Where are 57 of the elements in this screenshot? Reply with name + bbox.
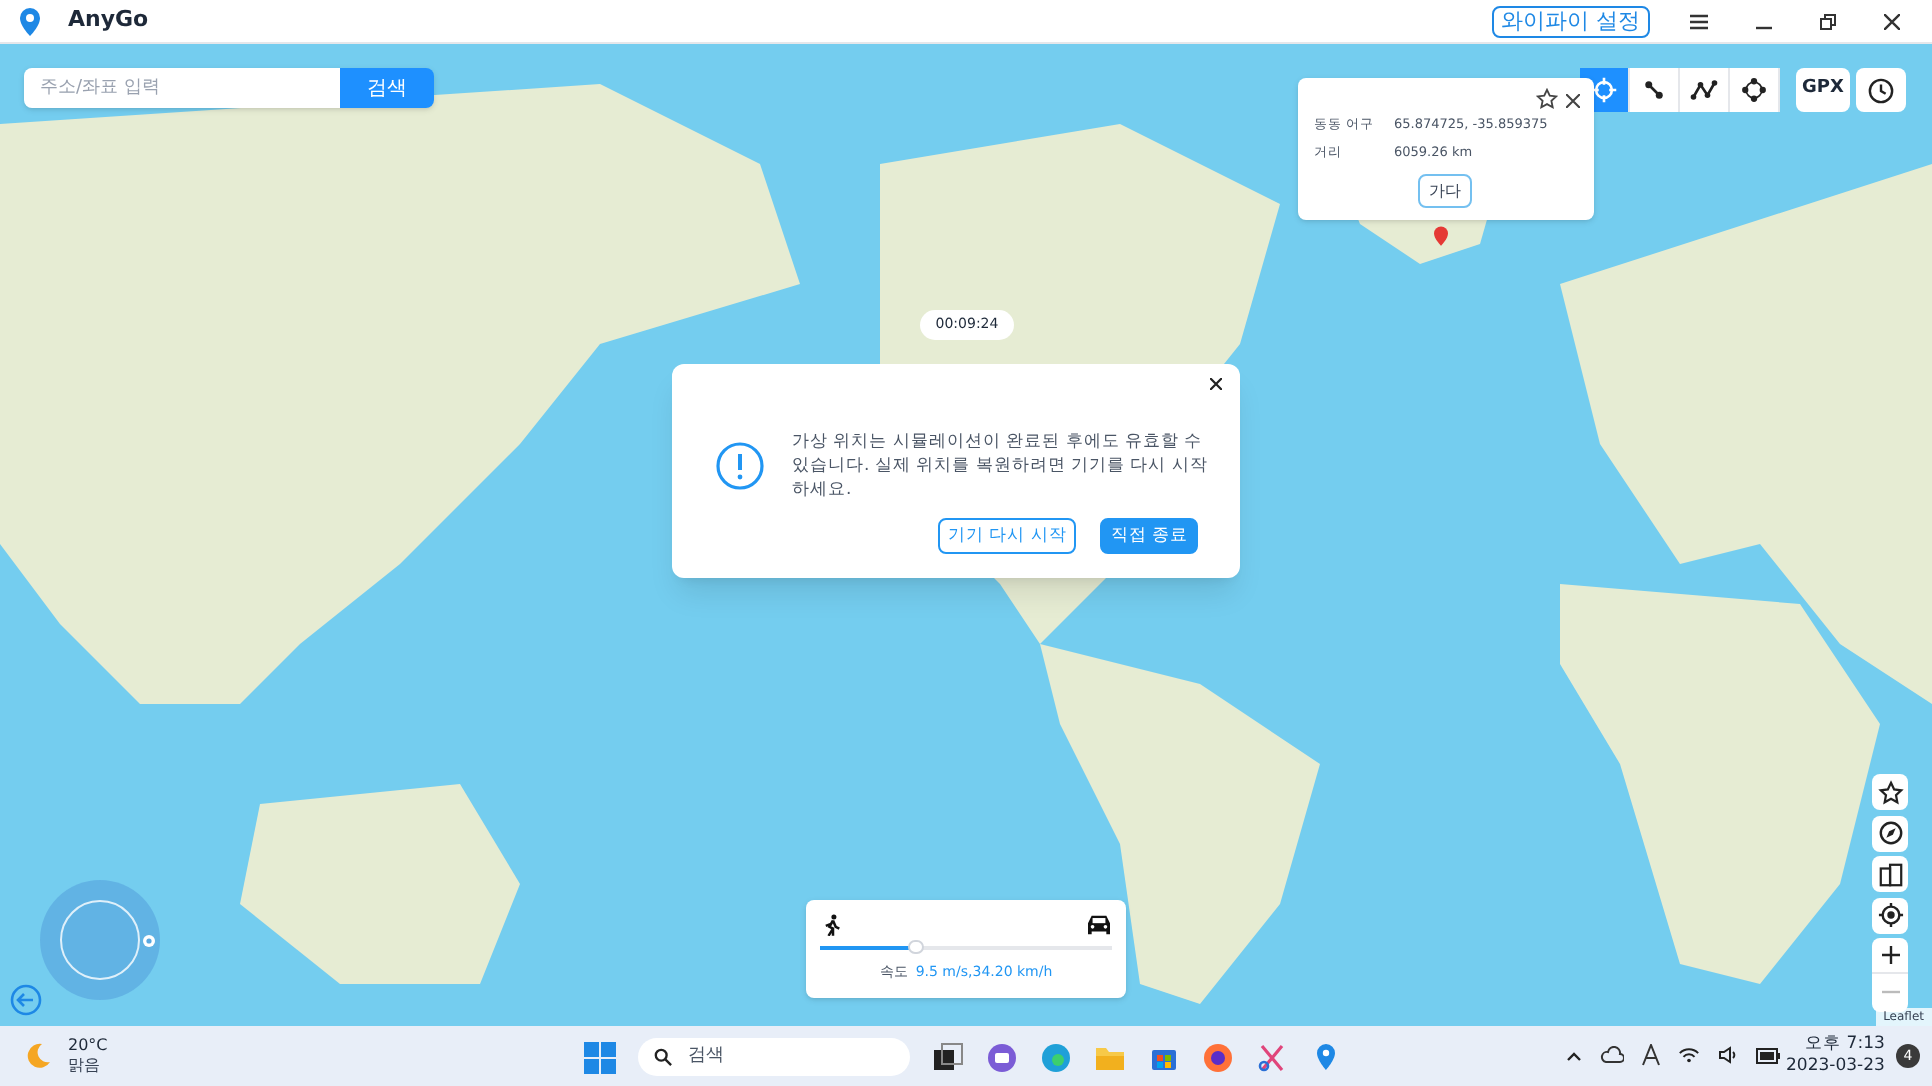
weather-condition: 맑음 bbox=[68, 1056, 102, 1076]
chevron-up-icon[interactable] bbox=[1566, 1049, 1582, 1061]
wifi-icon[interactable] bbox=[1678, 1046, 1700, 1064]
app-logo-icon bbox=[16, 5, 44, 37]
snipping-icon[interactable] bbox=[1256, 1041, 1288, 1073]
location-marker-icon bbox=[1434, 226, 1448, 246]
current-location-button[interactable] bbox=[1872, 897, 1908, 933]
slider-thumb[interactable] bbox=[908, 940, 925, 954]
two-dots-route-mode-button[interactable] bbox=[1630, 68, 1680, 112]
zigzag-route-mode-button[interactable] bbox=[1680, 68, 1730, 112]
start-icon[interactable] bbox=[584, 1041, 616, 1073]
four-dots-icon bbox=[1740, 76, 1768, 104]
compass-button[interactable] bbox=[1872, 815, 1908, 851]
star-icon[interactable] bbox=[1536, 88, 1558, 110]
cloud-icon[interactable] bbox=[1600, 1046, 1624, 1064]
weather-temperature: 20°C bbox=[68, 1036, 108, 1056]
car-icon bbox=[1086, 914, 1112, 936]
plus-icon bbox=[1881, 946, 1899, 964]
window-title: AnyGo bbox=[68, 4, 149, 37]
battery-icon[interactable] bbox=[1756, 1047, 1780, 1063]
device-switch-button[interactable] bbox=[1872, 856, 1908, 892]
browser-icon[interactable] bbox=[1040, 1041, 1072, 1073]
speaker-icon[interactable] bbox=[1718, 1046, 1738, 1064]
address-search-field[interactable]: 주소/좌표 입력 bbox=[24, 68, 340, 108]
search-icon bbox=[654, 1048, 672, 1066]
walking-person-icon bbox=[824, 914, 842, 936]
joystick-dot-icon bbox=[142, 934, 156, 948]
go-button[interactable]: 가다 bbox=[1418, 174, 1472, 208]
minus-icon bbox=[1881, 990, 1899, 994]
four-dots-mode-button[interactable] bbox=[1730, 68, 1780, 112]
chat-icon[interactable] bbox=[986, 1041, 1018, 1073]
moon-icon bbox=[24, 1042, 52, 1070]
fox-browser-icon[interactable] bbox=[1202, 1041, 1234, 1073]
dialog-message: 가상 위치는 시뮬레이션이 완료된 후에도 유효할 수 있습니다. 실제 위치를 복원하려면 기기를 다시 시작하세요. bbox=[792, 430, 1210, 502]
menu-icon[interactable] bbox=[1690, 13, 1708, 29]
favorites-button[interactable] bbox=[1872, 774, 1908, 810]
gpx-button[interactable]: GPX bbox=[1796, 68, 1850, 112]
wifi-settings-button[interactable]: 와이파이 설정 bbox=[1491, 5, 1650, 37]
star-icon bbox=[1877, 779, 1903, 805]
phones-icon bbox=[1877, 861, 1903, 887]
task-view-icon[interactable] bbox=[932, 1041, 964, 1073]
clock-icon bbox=[1868, 77, 1894, 103]
compass-icon bbox=[1877, 820, 1903, 846]
close-icon[interactable] bbox=[1566, 94, 1580, 108]
target-icon bbox=[1877, 902, 1903, 928]
font-icon[interactable] bbox=[1642, 1044, 1660, 1066]
history-button[interactable] bbox=[1856, 68, 1906, 112]
close-icon[interactable] bbox=[1210, 378, 1222, 390]
zigzag-route-icon bbox=[1690, 76, 1718, 104]
search-placeholder: 검색 bbox=[688, 1043, 724, 1070]
close-icon[interactable] bbox=[1884, 13, 1900, 29]
clock-time[interactable]: 오후 7:13 bbox=[1805, 1034, 1885, 1056]
restore-icon[interactable] bbox=[1820, 13, 1836, 29]
two-dots-route-icon bbox=[1640, 76, 1668, 104]
clock-date[interactable]: 2023-03-23 bbox=[1786, 1056, 1885, 1078]
taskbar-search-field[interactable]: 검색 bbox=[638, 1038, 910, 1076]
exclamation-icon bbox=[716, 442, 764, 490]
